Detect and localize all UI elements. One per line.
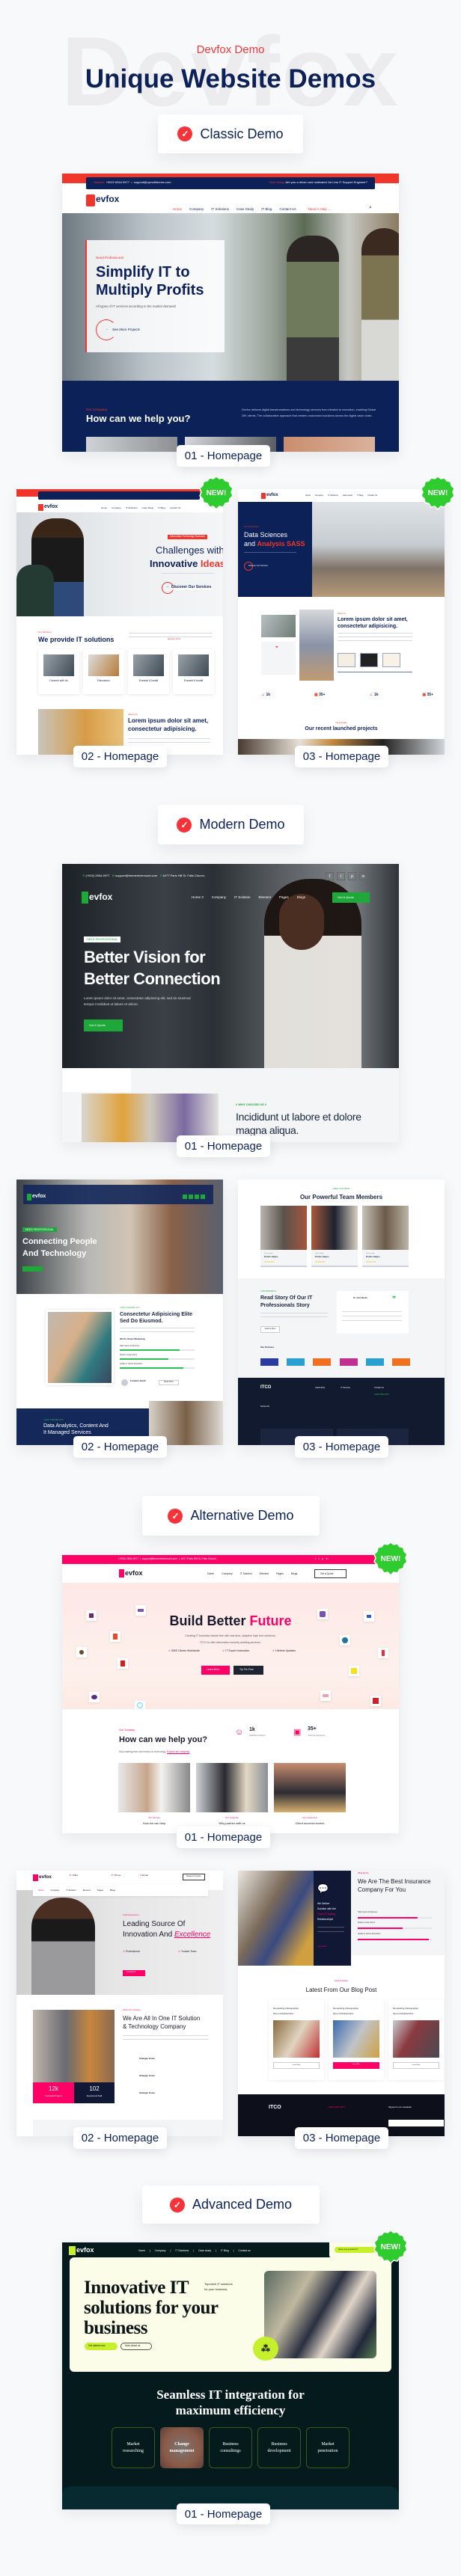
logo: evfox: [76, 2246, 94, 2254]
discover-services-link[interactable]: Discover Our Services: [171, 585, 213, 590]
alternative-demo-01-preview[interactable]: (+002) 2654-9977 | support@themetechmoun…: [62, 1555, 399, 1833]
twitter-icon[interactable]: t: [337, 872, 345, 880]
service-tile[interactable]: Business development: [257, 2427, 301, 2468]
get-quote-button[interactable]: Get A Quote: [332, 892, 370, 903]
logo: evfox: [39, 1874, 52, 1880]
service-tile[interactable]: Market researching: [112, 2427, 155, 2468]
advanced-demo-01-preview[interactable]: evfox Home | Company | IT Solutions | Case stu…: [62, 2242, 399, 2509]
logo: evfox: [266, 493, 278, 497]
demo-label[interactable]: 01 - Homepage: [177, 445, 270, 467]
hero-image: [16, 1890, 223, 1995]
hero-panel: Need Professional Simplify IT to Multipl…: [85, 240, 225, 352]
demo-label[interactable]: 01 - Homepage: [177, 1135, 270, 1157]
new-badge: NEW!: [421, 476, 455, 510]
learn-more-button[interactable]: Learn More: [201, 1666, 230, 1675]
modern-demo-03-preview[interactable]: // MEET OUR TEAM // Our Powerful Team Me…: [238, 1180, 445, 1445]
demo-label[interactable]: 03 - Homepage: [295, 1436, 388, 1458]
section-label: Classic Demo: [200, 126, 284, 141]
demo-label[interactable]: 03 - Homepage: [295, 746, 388, 767]
try-free-button[interactable]: Try For Free: [233, 1666, 263, 1675]
alternative-demo-03-preview[interactable]: 💬 We Deliver Solution with the Goal of T…: [238, 1871, 445, 2136]
classic-demo-01-preview[interactable]: Helpline: +0022 6544 9977 • support@cymo…: [62, 174, 399, 452]
search-icon: ⌕: [369, 205, 372, 210]
logo-mark-icon: ⁂: [253, 2337, 278, 2361]
modern-demo-button[interactable]: ✓ Modern Demo: [158, 805, 304, 844]
service-tile[interactable]: Change management: [160, 2427, 204, 2468]
help-section: Our Company How can we help you? Devfox …: [62, 381, 399, 452]
hero: [62, 1583, 399, 1709]
more-about-button[interactable]: More about us: [120, 2343, 152, 2350]
get-quote-button[interactable]: Get A Quote: [314, 1569, 346, 1578]
demo-label[interactable]: 01 - Homepage: [177, 1827, 270, 1848]
modern-demo-02-preview[interactable]: evfox NEED PROFESSIONAL Connecting Peopl…: [16, 1180, 223, 1445]
classic-demo-button[interactable]: ✓ Classic Demo: [158, 114, 303, 153]
section-label: Advanced Demo: [192, 2197, 293, 2212]
footer: ITCO Useful links IT Services Contact Us…: [238, 1378, 445, 1445]
demo-label[interactable]: 02 - Homepage: [73, 746, 167, 767]
linkedin-icon[interactable]: in: [359, 872, 367, 880]
logo: evfox: [89, 892, 113, 902]
demo-label[interactable]: 02 - Homepage: [73, 2127, 167, 2149]
facebook-icon[interactable]: f: [326, 872, 334, 880]
hero-image: [264, 2271, 376, 2358]
logo: evfox: [125, 1569, 143, 1577]
logo: evfox: [44, 504, 58, 509]
service-tile[interactable]: Market penetration: [306, 2427, 349, 2468]
get-started-button[interactable]: Get started now: [85, 2343, 117, 2350]
main-nav: Home Company IT Solutions Case Study IT Blog…: [173, 207, 332, 211]
classic-demo-03-preview[interactable]: evfox Home Company IT Solutions Case Study I…: [238, 489, 445, 755]
alternative-demo-02-preview[interactable]: evfox ☏ Office ☏ Phone ✉ Email Request A…: [16, 1871, 223, 2136]
service-tile[interactable]: Business consultings: [209, 2427, 252, 2468]
hero-panel: Our Top Services Data Sciences and Analy…: [238, 502, 312, 597]
hero-image: [312, 502, 445, 597]
new-badge: NEW!: [199, 476, 233, 510]
check-icon: ✓: [177, 817, 192, 832]
logo-icon: [86, 194, 95, 206]
section-label: Modern Demo: [199, 817, 285, 832]
demo-label[interactable]: 02 - Homepage: [73, 1436, 167, 1458]
check-icon: ✓: [177, 126, 193, 141]
top-bar: Helpline: +0022 6544 9977 • support@cymo…: [86, 177, 375, 189]
pinterest-icon[interactable]: p: [348, 872, 356, 880]
logo-icon: [82, 892, 88, 904]
section-label: Alternative Demo: [190, 1508, 294, 1523]
demo-label[interactable]: 01 - Homepage: [177, 2503, 270, 2524]
logo: evfox: [96, 194, 120, 204]
check-icon: ✓: [168, 1508, 183, 1524]
advanced-demo-button[interactable]: ✓ Advanced Demo: [142, 2186, 320, 2224]
hero-cta-button[interactable]: Get A Quote: [84, 1019, 123, 1031]
demo-label[interactable]: 03 - Homepage: [295, 2127, 388, 2149]
eyebrow: Devfox Demo: [196, 43, 265, 56]
modern-demo-01-preview[interactable]: ✆ (+002) 2654-9977 ✉ support@themetechmo…: [62, 864, 399, 1142]
classic-demo-02-preview[interactable]: evfox Home Company IT Solutions Case Study I…: [16, 489, 223, 755]
new-badge: NEW!: [373, 2230, 408, 2264]
page-title: Unique Website Demos: [85, 64, 376, 93]
new-badge: NEW!: [373, 1542, 408, 1576]
alternative-demo-button[interactable]: ✓ Alternative Demo: [142, 1496, 320, 1536]
check-icon: ✓: [169, 2197, 185, 2212]
